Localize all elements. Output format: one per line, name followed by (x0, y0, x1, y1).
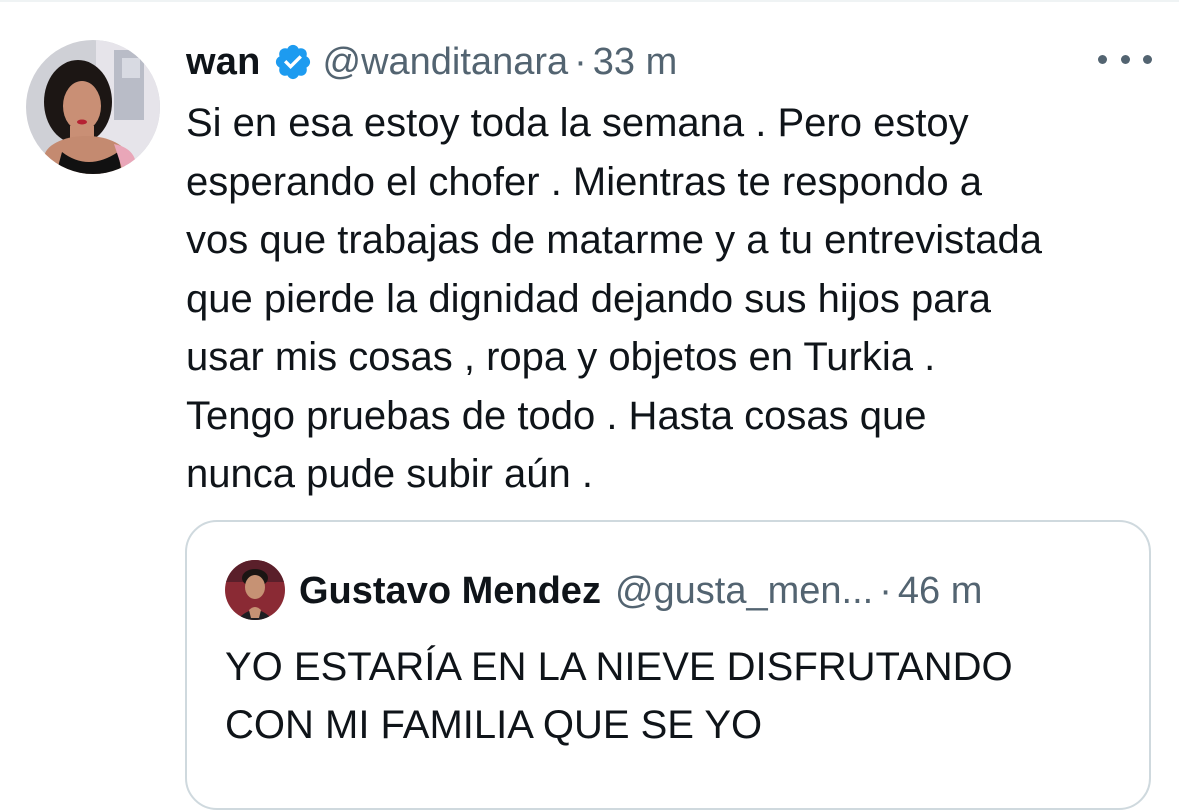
tweet-text-line: Tengo pruebas de todo . Hasta cosas que (186, 393, 927, 438)
quoted-author-handle: @gusta_men... (614, 569, 874, 612)
more-dot-icon (1143, 54, 1152, 64)
more-dot-icon (1098, 54, 1107, 64)
tweet-timestamp[interactable]: 33 m (593, 41, 677, 84)
verified-badge-icon (275, 44, 310, 80)
more-dot-icon (1120, 54, 1130, 64)
quoted-author-name: Gustavo Mendez (299, 569, 601, 612)
quoted-author-avatar-image (225, 560, 285, 620)
author-avatar-image (26, 40, 160, 174)
quoted-tweet-card[interactable]: Gustavo Mendez @gusta_men... · 46 m YO E… (185, 520, 1151, 810)
quoted-text-line: CON MI FAMILIA QUE SE YO (225, 703, 763, 747)
tweet-header: wan @wanditanara · 33 m (186, 38, 677, 86)
tweet-text-line: esperando el chofer . Mientras te respon… (186, 159, 983, 204)
quoted-author-avatar (225, 560, 285, 620)
more-options-button[interactable] (1098, 44, 1152, 74)
tweet-text-line: nunca pude subir aún . (186, 452, 593, 496)
quoted-tweet-text: YO ESTARÍA EN LA NIEVE DISFRUTANDO CON M… (225, 638, 1125, 754)
quoted-tweet-header: Gustavo Mendez @gusta_men... · 46 m (299, 568, 982, 614)
header-separator: · (574, 40, 587, 83)
tweet-text-line: Si en esa estoy toda la semana . Pero es… (186, 101, 969, 145)
quoted-text-line: YO ESTARÍA EN LA NIEVE DISFRUTANDO (225, 645, 1013, 689)
quoted-header-separator: · (879, 569, 892, 612)
tweet-text: Si en esa estoy toda la semana . Pero es… (186, 94, 1166, 504)
tweet-text-line: que pierde la dignidad dejando sus hijos… (186, 276, 992, 321)
author-handle[interactable]: @wanditanara (323, 41, 569, 84)
author-avatar[interactable] (26, 40, 160, 174)
quoted-tweet-timestamp: 46 m (897, 569, 983, 612)
tweet[interactable]: wan @wanditanara · 33 m Si en esa estoy … (0, 0, 1179, 810)
author-name[interactable]: wan (186, 41, 261, 84)
tweet-text-line: vos que trabajas de matarme y a tu entre… (186, 218, 1043, 262)
tweet-text-line: usar mis cosas , ropa y objetos en Turki… (186, 335, 936, 379)
